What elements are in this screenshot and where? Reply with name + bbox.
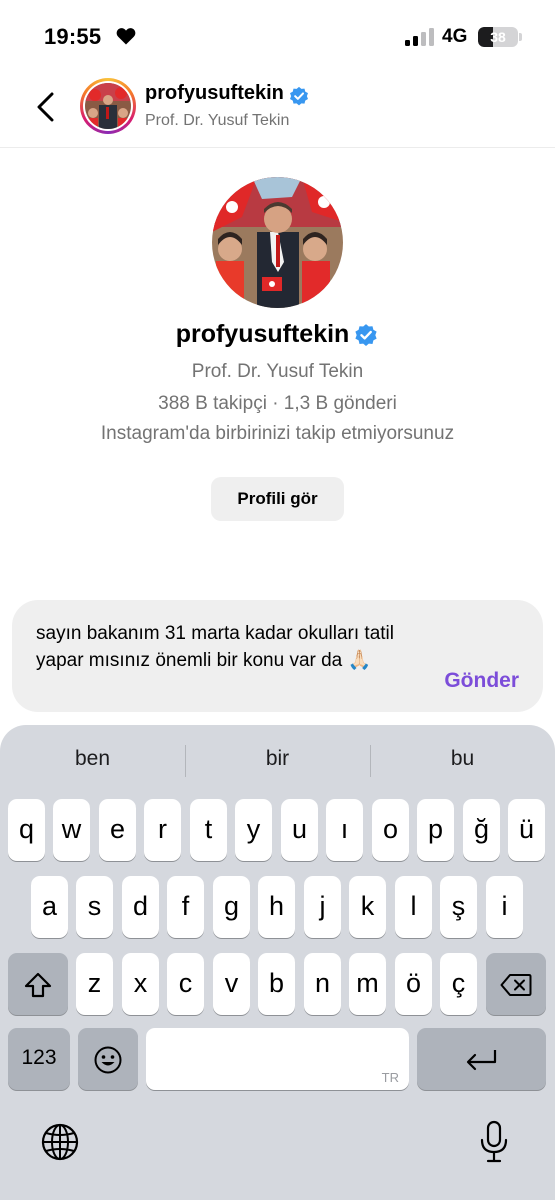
emoji-icon	[94, 1046, 122, 1074]
key-letter[interactable]: r	[144, 799, 181, 861]
key-letter[interactable]: p	[417, 799, 454, 861]
avatar-photo	[85, 83, 131, 129]
signal-icon	[405, 28, 434, 46]
key-letter[interactable]: a	[31, 876, 68, 938]
battery-tip	[519, 33, 522, 41]
key-letter[interactable]: h	[258, 876, 295, 938]
keyboard-language: TR	[381, 1070, 399, 1085]
key-letter[interactable]: f	[167, 876, 204, 938]
key-letter[interactable]: y	[235, 799, 272, 861]
key-letter[interactable]: w	[53, 799, 90, 861]
view-profile-button[interactable]: Profili gör	[211, 477, 344, 521]
header-username[interactable]: profyusuftekin	[145, 82, 284, 105]
keyboard: ben bir bu q w e r t y u ı o p ğ ü a s d…	[0, 725, 555, 1200]
return-icon	[466, 1049, 496, 1070]
key-letter[interactable]: m	[349, 953, 386, 1015]
key-letter[interactable]: j	[304, 876, 341, 938]
key-letter[interactable]: ğ	[463, 799, 500, 861]
key-letter[interactable]: t	[190, 799, 227, 861]
key-letter[interactable]: v	[213, 953, 250, 1015]
header-avatar[interactable]	[80, 78, 136, 134]
key-letter[interactable]: i	[486, 876, 523, 938]
key-letter[interactable]: q	[8, 799, 45, 861]
globe-icon[interactable]	[40, 1122, 80, 1162]
key-letter[interactable]: ü	[508, 799, 545, 861]
status-bar: 19:55 4G 38	[0, 0, 555, 70]
profile-stats: 388 B takipçi · 1,3 B gönderi	[158, 393, 397, 414]
key-letter[interactable]: n	[304, 953, 341, 1015]
status-time: 19:55	[44, 24, 102, 49]
key-letter[interactable]: e	[99, 799, 136, 861]
emoji-key[interactable]	[78, 1028, 138, 1090]
key-letter[interactable]: ç	[440, 953, 477, 1015]
key-letter[interactable]: l	[395, 876, 432, 938]
message-input[interactable]: sayın bakanım 31 marta kadar okulları ta…	[36, 620, 416, 674]
shift-icon	[24, 972, 52, 997]
header-fullname: Prof. Dr. Yusuf Tekin	[145, 112, 290, 129]
return-key[interactable]	[417, 1028, 546, 1090]
key-letter[interactable]: x	[122, 953, 159, 1015]
profile-avatar[interactable]	[212, 177, 343, 308]
key-letter[interactable]: u	[281, 799, 318, 861]
battery-level: 38	[490, 29, 506, 45]
numbers-key[interactable]: 123	[8, 1028, 70, 1090]
key-letter[interactable]: g	[213, 876, 250, 938]
send-button[interactable]: Gönder	[444, 669, 519, 693]
key-letter[interactable]: s	[76, 876, 113, 938]
key-letter[interactable]: k	[349, 876, 386, 938]
key-letter[interactable]: ı	[326, 799, 363, 861]
suggestion-item[interactable]: ben	[0, 747, 185, 771]
key-letter[interactable]: c	[167, 953, 204, 1015]
suggestion-item[interactable]: bu	[370, 747, 555, 771]
key-letter[interactable]: b	[258, 953, 295, 1015]
battery-icon: 38	[478, 27, 518, 47]
network-label: 4G	[442, 26, 468, 47]
shift-key[interactable]	[8, 953, 68, 1015]
verified-badge-icon	[355, 323, 377, 346]
space-key[interactable]: TR	[146, 1028, 409, 1090]
key-letter[interactable]: d	[122, 876, 159, 938]
microphone-icon[interactable]	[479, 1120, 509, 1164]
chat-header: profyusuftekin Prof. Dr. Yusuf Tekin	[0, 70, 555, 148]
heart-icon	[116, 28, 136, 45]
key-letter[interactable]: ş	[440, 876, 477, 938]
key-letter[interactable]: o	[372, 799, 409, 861]
profile-fullname: Prof. Dr. Yusuf Tekin	[191, 361, 364, 382]
verified-badge-icon	[290, 86, 308, 106]
backspace-icon	[500, 973, 532, 996]
back-chevron-icon[interactable]	[34, 92, 58, 122]
suggestion-bar: ben bir bu	[0, 725, 555, 795]
key-letter[interactable]: ö	[395, 953, 432, 1015]
suggestion-item[interactable]: bir	[185, 747, 370, 771]
key-letter[interactable]: z	[76, 953, 113, 1015]
message-composer[interactable]: sayın bakanım 31 marta kadar okulları ta…	[12, 600, 543, 712]
profile-name-row: profyusuftekin	[0, 320, 555, 349]
follow-status-note: Instagram'da birbirinizi takip etmiyorsu…	[100, 423, 455, 444]
backspace-key[interactable]	[486, 953, 546, 1015]
profile-username: profyusuftekin	[175, 320, 350, 348]
